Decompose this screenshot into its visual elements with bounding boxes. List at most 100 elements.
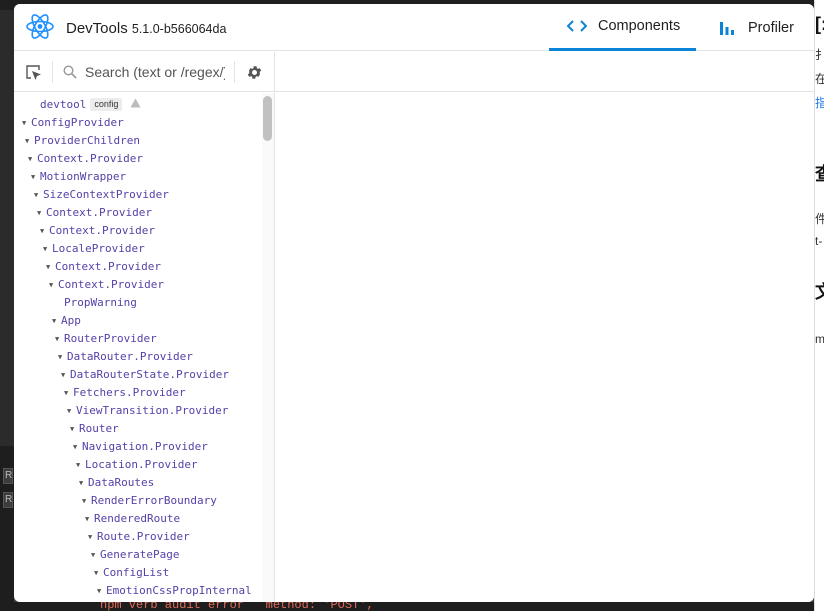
expand-arrow-icon[interactable]: ▼	[58, 348, 67, 366]
background-fragment: 扌	[815, 46, 824, 63]
tab-profiler[interactable]: Profiler	[714, 4, 814, 51]
bar-chart-icon	[716, 20, 738, 36]
expand-arrow-icon[interactable]: ▼	[46, 258, 55, 276]
toolbar-divider	[52, 61, 53, 83]
background-fragment: [:	[815, 14, 824, 34]
tree-node-label: ProviderChildren	[34, 134, 140, 147]
tree-node-label: LocaleProvider	[52, 242, 145, 255]
tree-node[interactable]: ▼ Route.Provider	[88, 528, 190, 546]
tree-node[interactable]: ▼ MotionWrapper	[31, 168, 126, 186]
tree-node-label: Context.Provider	[58, 278, 164, 291]
expand-arrow-icon[interactable]: ▼	[61, 366, 70, 384]
expand-arrow-icon[interactable]: ▼	[85, 510, 94, 528]
tree-node-label: RenderedRoute	[94, 512, 181, 525]
hoc-badge: config	[90, 98, 123, 111]
search-input[interactable]	[85, 62, 225, 82]
tree-node-label: App	[61, 314, 81, 327]
expand-arrow-icon[interactable]: ▼	[22, 114, 31, 132]
scrollbar-track[interactable]	[262, 93, 274, 602]
tree-node[interactable]: ▼ GeneratePage	[91, 546, 179, 564]
tree-node[interactable]: ▼ DataRouterState.Provider	[61, 366, 229, 384]
expand-arrow-icon[interactable]: ▼	[25, 132, 34, 150]
tree-node[interactable]: ▼ EmotionCssPropInternal	[97, 582, 252, 600]
app-name: DevTools	[66, 20, 128, 37]
expand-arrow-icon[interactable]: ▼	[40, 222, 49, 240]
expand-arrow-icon[interactable]: ▼	[64, 384, 73, 402]
tree-node[interactable]: ▼ Context.Provider	[28, 150, 143, 168]
tree-node-label: DataRouter.Provider	[67, 350, 193, 363]
gear-icon[interactable]	[246, 64, 263, 81]
tree-node[interactable]: ▼ Context.Provider	[49, 276, 164, 294]
expand-arrow-icon[interactable]: ▼	[73, 438, 82, 456]
search-icon	[63, 65, 77, 79]
tree-node[interactable]: ▼ DataRoutes	[79, 474, 154, 492]
expand-arrow-icon[interactable]: ▼	[70, 420, 79, 438]
expand-arrow-icon[interactable]: ▼	[67, 402, 76, 420]
expand-arrow-icon[interactable]: ▼	[43, 240, 52, 258]
background-fragment: 文	[815, 278, 824, 304]
tree-node[interactable]: ▼ Context.Provider	[46, 258, 161, 276]
tree-node-label: Context.Provider	[49, 224, 155, 237]
tree-node[interactable]: ▼ ProviderChildren	[25, 132, 140, 150]
tree-node[interactable]: ▼ Context.Provider	[37, 204, 152, 222]
expand-arrow-icon[interactable]: ▼	[37, 204, 46, 222]
tree-node-label: DataRoutes	[88, 476, 155, 489]
tree-node[interactable]: ▼ ConfigProvider	[22, 114, 124, 132]
tree-node-label: ConfigProvider	[31, 116, 124, 129]
tree-node-label: SizeContextProvider	[43, 188, 169, 201]
tree-node[interactable]: ▼ SizeContextProvider	[34, 186, 169, 204]
tree-node[interactable]: ▼ RouterProvider	[55, 330, 157, 348]
expand-arrow-icon[interactable]: ▼	[91, 546, 100, 564]
tree-node[interactable]: ▼ ConfigList	[94, 564, 169, 582]
tree-node[interactable]: ▼ Router	[70, 420, 119, 438]
tree-node-label: RouterProvider	[64, 332, 157, 345]
tree-node[interactable]: ▼ App	[52, 312, 81, 330]
warning-icon	[130, 98, 141, 108]
background-left-button: R	[3, 492, 13, 508]
expand-arrow-icon[interactable]: ▼	[28, 150, 37, 168]
expand-arrow-icon[interactable]: ▼	[31, 168, 40, 186]
tree-node-label: devtool	[40, 98, 87, 111]
tree-node[interactable]: ▼ Navigation.Provider	[73, 438, 208, 456]
expand-arrow-icon[interactable]: ▼	[97, 582, 106, 600]
tree-node-label: DataRouterState.Provider	[70, 368, 229, 381]
tree-node[interactable]: devtool config	[40, 96, 141, 114]
tree-node-label: MotionWrapper	[40, 170, 127, 183]
expand-arrow-icon[interactable]: ▼	[82, 492, 91, 510]
tree-node[interactable]: ▼ ViewTransition.Provider	[67, 402, 228, 420]
select-element-icon[interactable]	[25, 64, 43, 82]
tree-node[interactable]: ▼ Context.Provider	[40, 222, 155, 240]
expand-arrow-icon[interactable]: ▼	[49, 276, 58, 294]
tree-node-label: Router	[79, 422, 119, 435]
scrollbar-thumb[interactable]	[263, 96, 272, 141]
background-terminal-log: npm verb audit error method: 'POST',	[14, 602, 814, 611]
tree-node-label: GeneratePage	[100, 548, 180, 561]
expand-arrow-icon[interactable]: ▼	[52, 312, 61, 330]
background-fragment: 查	[815, 160, 824, 186]
expand-arrow-icon[interactable]: ▼	[34, 186, 43, 204]
tree-node-label: ViewTransition.Provider	[76, 404, 229, 417]
tree-node[interactable]: PropWarning	[64, 294, 137, 312]
tree-node[interactable]: ▼ RenderErrorBoundary	[82, 492, 217, 510]
tree-node-label: Context.Provider	[37, 152, 143, 165]
tree-node-label: Context.Provider	[55, 260, 161, 273]
background-fragment: m	[815, 332, 824, 346]
background-fragment: 指	[815, 94, 824, 111]
expand-arrow-icon[interactable]: ▼	[79, 474, 88, 492]
expand-arrow-icon[interactable]: ▼	[76, 456, 85, 474]
tab-components[interactable]: Components	[549, 4, 696, 51]
tree-node[interactable]: ▼ Fetchers.Provider	[64, 384, 186, 402]
terminal-log-line: npm verb audit error method: 'POST',	[100, 602, 374, 611]
devtools-header: DevTools 5.1.0-b566064da Components Prof…	[14, 4, 814, 51]
tree-node[interactable]: ▼ LocaleProvider	[43, 240, 145, 258]
tree-node[interactable]: ▼ RenderedRoute	[85, 510, 180, 528]
tree-node-label: PropWarning	[64, 296, 137, 309]
tree-node-label: Fetchers.Provider	[73, 386, 186, 399]
tree-node[interactable]: ▼ Location.Provider	[76, 456, 198, 474]
background-fragment: 在	[815, 70, 824, 87]
tree-node[interactable]: ▼ DataRouter.Provider	[58, 348, 193, 366]
expand-arrow-icon[interactable]: ▼	[55, 330, 64, 348]
expand-arrow-icon[interactable]: ▼	[88, 528, 97, 546]
expand-arrow-icon[interactable]: ▼	[94, 564, 103, 582]
app-title: DevTools 5.1.0-b566064da	[66, 20, 226, 37]
